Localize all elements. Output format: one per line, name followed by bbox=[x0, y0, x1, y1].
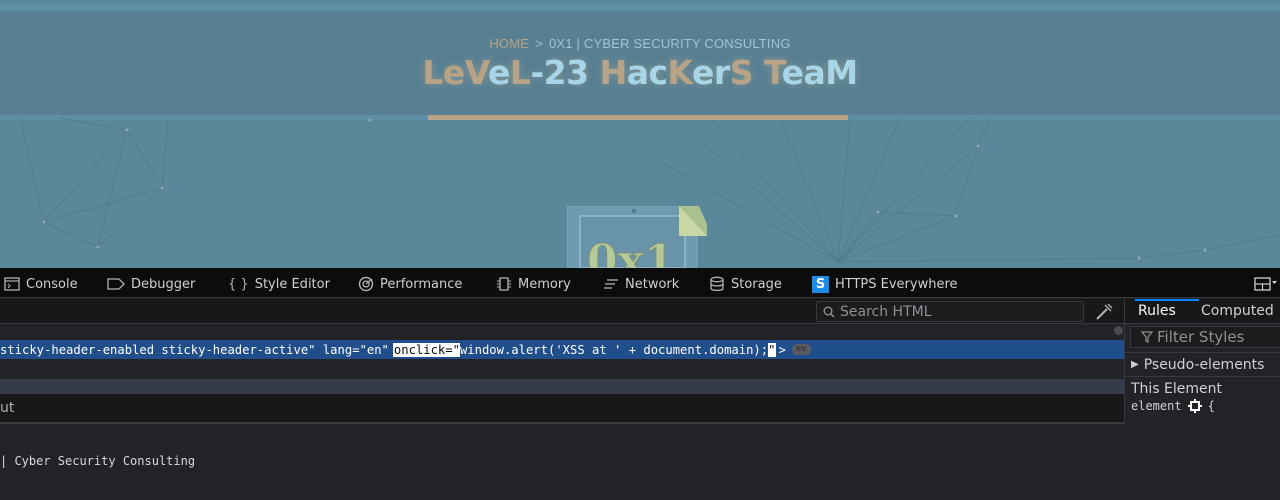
eyedropper-icon bbox=[1096, 303, 1113, 320]
dock-layout-icon bbox=[1254, 277, 1277, 291]
rule-selector: element bbox=[1131, 399, 1182, 413]
tag-close: > bbox=[778, 342, 786, 357]
title-underline bbox=[428, 115, 848, 120]
element-highlighter-icon[interactable] bbox=[1187, 399, 1202, 413]
0x1-logo: 0x1 bbox=[567, 206, 707, 268]
tab-storage-label: Storage bbox=[731, 276, 782, 292]
rules-sidebar: Rules Computed ▶ Pseudo-elements This El… bbox=[1124, 299, 1280, 424]
search-html-input[interactable] bbox=[840, 303, 1080, 320]
site-title: LeVeL-23 HacKerS TeaM bbox=[0, 53, 1280, 92]
devtools-toolbar: Console Debugger { } Style Editor Perfor… bbox=[0, 270, 1280, 298]
storage-icon bbox=[709, 276, 725, 292]
sidebar-tabs: Rules Computed bbox=[1125, 299, 1280, 324]
tab-debugger-label: Debugger bbox=[131, 276, 196, 292]
onclick-attribute[interactable]: onclick="window.alert('XSS at ' + docume… bbox=[392, 342, 777, 357]
tab-storage[interactable]: Storage bbox=[709, 270, 782, 298]
tab-console[interactable]: Console bbox=[4, 270, 78, 298]
filter-styles-input[interactable] bbox=[1157, 328, 1277, 346]
tab-memory[interactable]: Memory bbox=[496, 270, 571, 298]
rule-open-brace: { bbox=[1207, 399, 1215, 413]
pseudo-elements-label: Pseudo-elements bbox=[1143, 356, 1265, 373]
selected-html-node[interactable]: sticky-header-enabled sticky-header-acti… bbox=[0, 340, 1124, 359]
svg-text:0x1: 0x1 bbox=[587, 236, 674, 268]
network-icon bbox=[603, 278, 619, 290]
site-title-segment: H bbox=[599, 53, 628, 92]
search-icon bbox=[823, 306, 835, 318]
site-title-segment: e bbox=[488, 53, 510, 92]
site-title-segment: L bbox=[509, 53, 531, 92]
site-title-segment: K bbox=[667, 53, 693, 92]
layout-panel-label: ut bbox=[0, 400, 15, 416]
onclick-attribute-name: onclick=" bbox=[393, 342, 460, 357]
markup-toolbar bbox=[0, 299, 1124, 324]
tab-computed[interactable]: Computed bbox=[1201, 299, 1274, 323]
this-element-label: This Element bbox=[1131, 380, 1223, 397]
tab-performance[interactable]: Performance bbox=[358, 270, 462, 298]
tab-network[interactable]: Network bbox=[603, 270, 679, 298]
site-title-segment bbox=[753, 53, 764, 92]
devtools-panel: Console Debugger { } Style Editor Perfor… bbox=[0, 268, 1280, 500]
site-title-segment: T bbox=[763, 53, 782, 92]
event-badge[interactable]: ev bbox=[791, 344, 811, 355]
filter-styles-box[interactable] bbox=[1130, 326, 1280, 348]
layout-panel-header[interactable]: ut bbox=[0, 394, 1280, 423]
tab-https-everywhere-label: HTTPS Everywhere bbox=[835, 276, 958, 292]
performance-icon bbox=[358, 276, 374, 292]
breadcrumb-home-link[interactable]: HOME bbox=[489, 36, 529, 51]
tab-style-editor[interactable]: { } Style Editor bbox=[228, 270, 330, 298]
expand-triangle-icon: ▶ bbox=[1131, 359, 1139, 370]
pseudo-elements-toggle[interactable]: ▶ Pseudo-elements bbox=[1125, 352, 1280, 376]
tab-debugger[interactable]: Debugger bbox=[107, 270, 195, 298]
this-element-header: This Element bbox=[1125, 376, 1280, 400]
markup-scroll-indicator[interactable] bbox=[1114, 326, 1123, 335]
style-editor-icon: { } bbox=[228, 276, 249, 292]
console-icon bbox=[4, 277, 20, 291]
tab-console-label: Console bbox=[26, 276, 78, 292]
memory-icon bbox=[496, 277, 512, 291]
dock-layout-button[interactable] bbox=[1254, 275, 1278, 293]
site-title-segment: ac bbox=[626, 53, 668, 92]
tab-style-editor-label: Style Editor bbox=[254, 276, 330, 292]
console-output-line: | Cyber Security Consulting bbox=[0, 454, 196, 468]
html-node-attributes: sticky-header-enabled sticky-header-acti… bbox=[0, 342, 389, 357]
tab-network-label: Network bbox=[625, 276, 680, 292]
breadcrumb-current: 0X1 | CYBER SECURITY CONSULTING bbox=[548, 36, 791, 51]
onclick-attribute-close: " bbox=[768, 342, 776, 357]
site-title-segment: LeV bbox=[422, 53, 489, 92]
tab-memory-label: Memory bbox=[518, 276, 571, 292]
tab-https-everywhere[interactable]: S HTTPS Everywhere bbox=[812, 270, 958, 298]
site-title-segment: S bbox=[729, 53, 754, 92]
tab-performance-label: Performance bbox=[380, 276, 463, 292]
site-title-segment: -23 bbox=[530, 53, 600, 92]
tab-rules[interactable]: Rules bbox=[1135, 299, 1199, 323]
site-title-segment: er bbox=[692, 53, 730, 92]
debugger-icon bbox=[107, 278, 125, 290]
site-title-segment: eaM bbox=[781, 53, 859, 92]
onclick-attribute-value[interactable]: window.alert('XSS at ' + document.domain… bbox=[459, 342, 769, 357]
search-html-box[interactable] bbox=[816, 301, 1084, 322]
filter-icon bbox=[1141, 331, 1153, 343]
page-breadcrumb: HOME >0X1 | CYBER SECURITY CONSULTING bbox=[0, 36, 1280, 51]
element-rule: element { bbox=[1131, 399, 1215, 413]
https-everywhere-icon: S bbox=[812, 275, 829, 293]
page-viewport: HOME >0X1 | CYBER SECURITY CONSULTING LeV… bbox=[0, 0, 1280, 268]
eyedropper-button[interactable] bbox=[1094, 302, 1116, 322]
breadcrumb-separator: > bbox=[535, 36, 543, 51]
